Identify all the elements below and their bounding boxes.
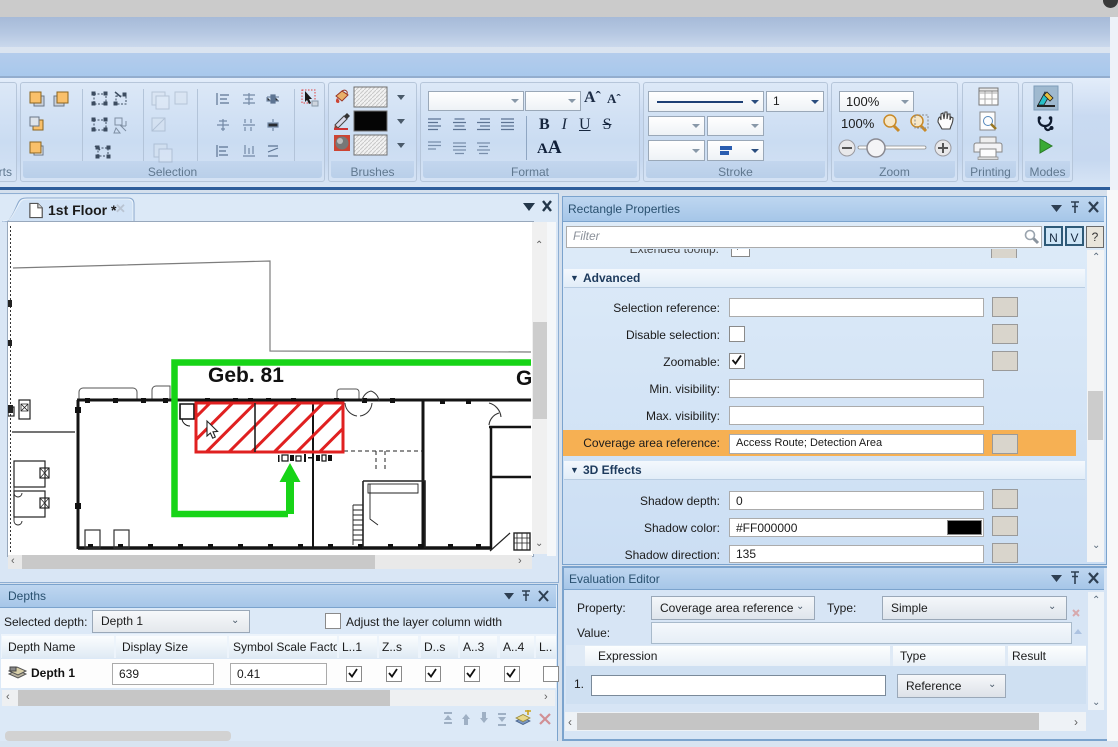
svg-text:Geb. 81: Geb. 81 xyxy=(208,364,284,387)
